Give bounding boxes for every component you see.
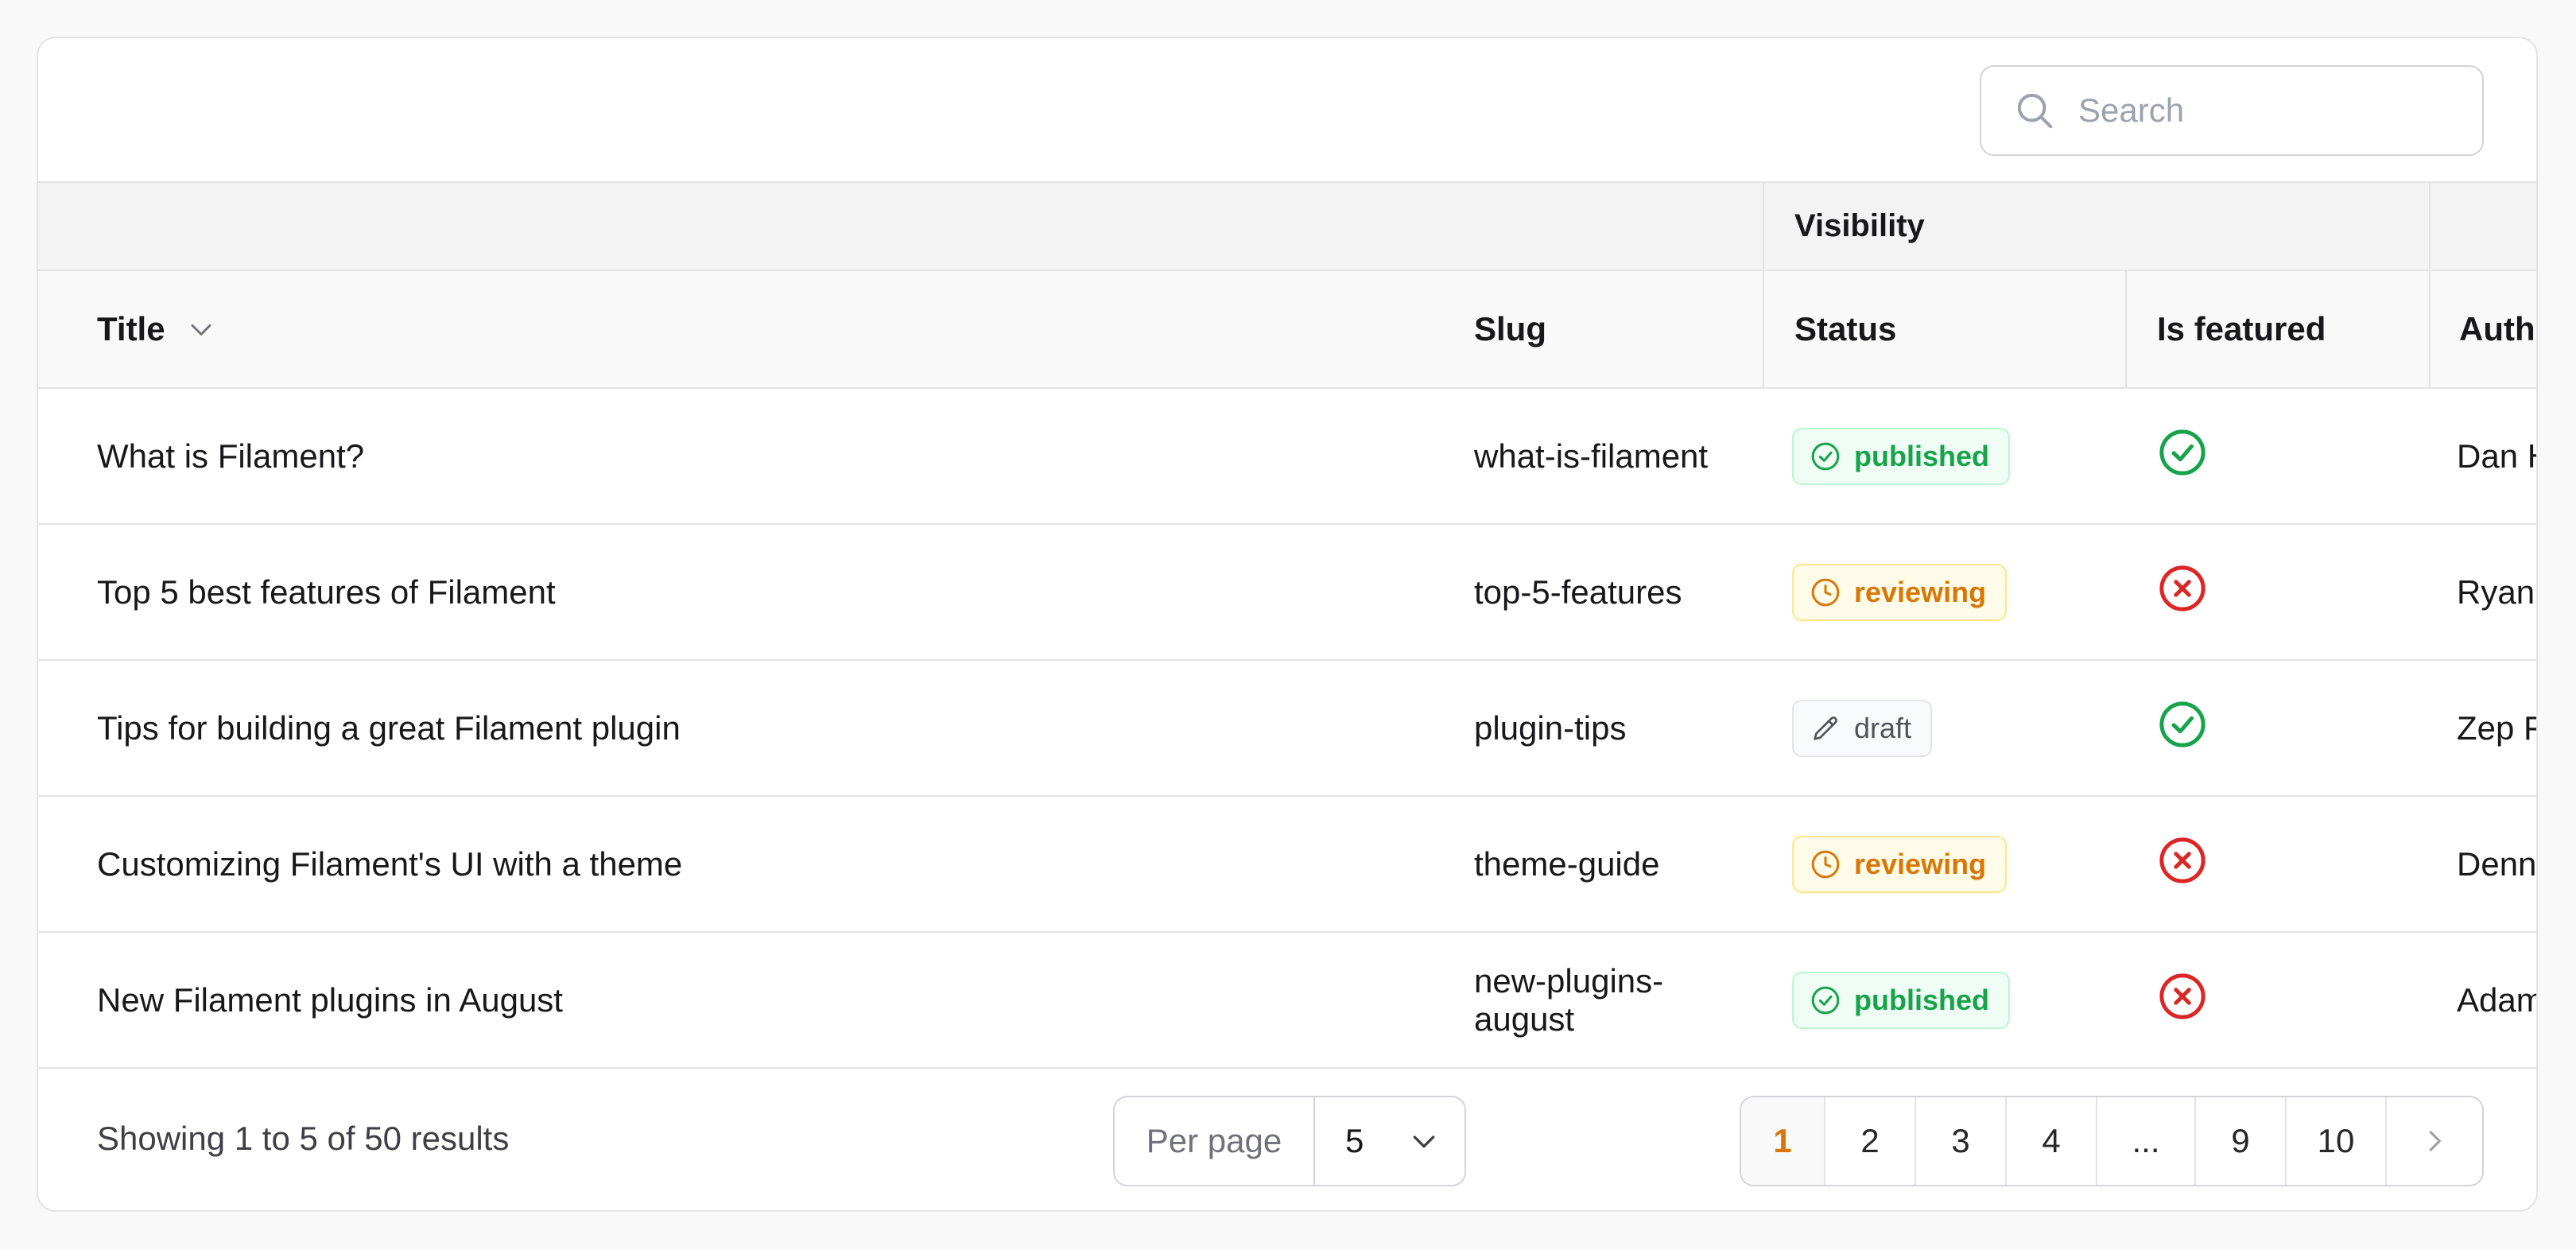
results-summary: Showing 1 to 5 of 50 results [97, 1120, 510, 1157]
chevron-down-icon [1414, 1135, 1435, 1148]
status-badge-label: draft [1854, 711, 1912, 744]
check-circle-icon [2156, 426, 2209, 479]
check-circle-icon [1810, 984, 1854, 1016]
cell-slug: theme-guide [1457, 796, 1763, 933]
page-button-4[interactable]: 4 [2007, 1097, 2097, 1185]
next-page-button[interactable] [2387, 1097, 2482, 1185]
table-body: What is Filament? what-is-filament publish… [38, 388, 2536, 1069]
search-box[interactable] [1980, 65, 2484, 156]
page-button-1[interactable]: 1 [1741, 1097, 1825, 1185]
cell-featured [2126, 524, 2430, 661]
chevron-right-icon [2419, 1126, 2450, 1156]
column-header-featured: Is featured [2126, 270, 2431, 389]
status-badge: reviewing [1792, 563, 2008, 621]
column-group-row: Visibility [38, 183, 2536, 271]
x-circle-icon [2156, 562, 2209, 615]
status-badge-label: published [1854, 439, 1989, 472]
column-header-title[interactable]: Title [38, 270, 1457, 389]
table-footer: Showing 1 to 5 of 50 results Per page 5 … [38, 1070, 2536, 1210]
cell-title: Top 5 best features of Filament [38, 524, 1457, 661]
page-button-2[interactable]: 2 [1825, 1097, 1916, 1185]
cell-featured [2126, 660, 2430, 797]
status-badge-label: reviewing [1854, 575, 1987, 608]
column-group-visibility: Visibility [1763, 183, 2431, 271]
per-page-select[interactable]: 5 [1315, 1097, 1465, 1185]
status-badge-label: reviewing [1854, 847, 1987, 880]
cell-status: draft [1763, 660, 2126, 797]
table-row[interactable]: Tips for building a great Filament plugi… [38, 660, 2536, 797]
column-header-title-label: Title [97, 310, 165, 347]
table-row[interactable]: New Filament plugins in August new-plugin… [38, 932, 2536, 1069]
status-badge: published [1792, 971, 2010, 1029]
check-circle-icon [1810, 441, 1854, 472]
page-button-9[interactable]: 9 [2196, 1097, 2287, 1185]
status-badge: draft [1792, 699, 1933, 757]
table-row[interactable]: What is Filament? what-is-filament publish… [38, 388, 2536, 525]
cell-title: New Filament plugins in August [38, 932, 1457, 1069]
table-card: Visibility Title Slug Status Is featured… [37, 37, 2538, 1212]
clock-icon [1810, 576, 1854, 608]
pencil-icon [1810, 712, 1854, 744]
cell-status: published [1763, 932, 2126, 1069]
cell-slug: top-5-features [1457, 524, 1763, 661]
cell-title: Tips for building a great Filament plugi… [38, 660, 1457, 797]
per-page-value: 5 [1345, 1122, 1364, 1159]
search-input[interactable] [2077, 91, 2462, 130]
column-group-empty-right [2430, 183, 2536, 271]
status-badge-label: published [1854, 983, 1989, 1016]
cell-slug: new-plugins-august [1457, 932, 1763, 1069]
table-toolbar [38, 38, 2536, 183]
column-header-slug: Slug [1457, 270, 1763, 389]
sort-title[interactable]: Title [97, 310, 216, 348]
column-group-empty [38, 183, 1763, 271]
column-header-author: Author [2430, 270, 2536, 389]
search-icon [2017, 93, 2053, 129]
cell-featured [2126, 388, 2430, 525]
table-row[interactable]: Customizing Filament's UI with a theme th… [38, 796, 2536, 933]
status-badge: published [1792, 427, 2010, 485]
page-button-10[interactable]: 10 [2287, 1097, 2387, 1185]
cell-status: published [1763, 388, 2126, 525]
cell-author: Adam Weston [2430, 932, 2536, 1069]
cell-status: reviewing [1763, 524, 2126, 661]
per-page-control: Per page 5 [1113, 1096, 1466, 1186]
x-circle-icon [2156, 834, 2209, 887]
cell-author: Dan Harrin [2430, 388, 2536, 525]
cell-author: Zep Fietje [2430, 660, 2536, 797]
cell-status: reviewing [1763, 796, 2126, 933]
x-circle-icon [2156, 970, 2209, 1023]
cell-author: Dennis Koch [2430, 796, 2536, 933]
status-badge: reviewing [1792, 835, 2008, 893]
page-button-3[interactable]: 3 [1916, 1097, 2007, 1185]
column-header-status: Status [1763, 270, 2127, 389]
cell-slug: plugin-tips [1457, 660, 1763, 797]
per-page-label: Per page [1115, 1097, 1315, 1185]
table-row[interactable]: Top 5 best features of Filament top-5-fea… [38, 524, 2536, 661]
check-circle-icon [2156, 698, 2209, 751]
cell-title: Customizing Filament's UI with a theme [38, 796, 1457, 933]
pagination-ellipsis: ... [2097, 1097, 2196, 1185]
clock-icon [1810, 848, 1854, 880]
posts-table: Visibility Title Slug Status Is featured… [38, 183, 2536, 1069]
cell-featured [2126, 796, 2430, 933]
cell-featured [2126, 932, 2430, 1069]
column-header-row: Title Slug Status Is featured Author [38, 270, 2536, 389]
pagination: 1 2 3 4... 9 10 [1740, 1096, 2484, 1186]
cell-author: Ryan Chandler [2430, 524, 2536, 661]
chevron-down-icon [191, 324, 211, 336]
cell-slug: what-is-filament [1457, 388, 1763, 525]
cell-title: What is Filament? [38, 388, 1457, 525]
